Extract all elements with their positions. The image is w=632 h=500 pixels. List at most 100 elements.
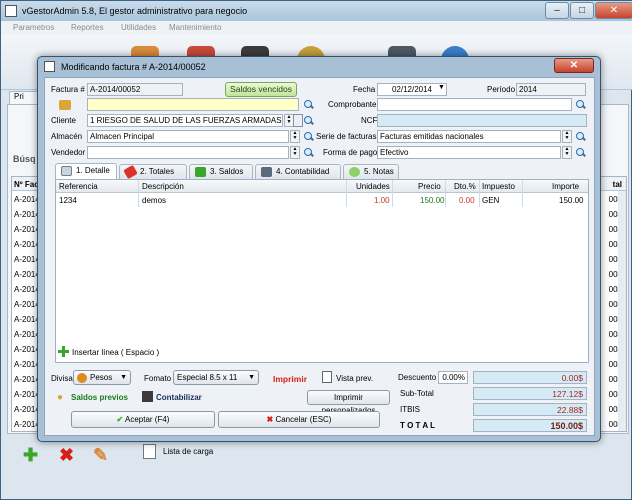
table-row[interactable]: 1234 demos 1.00 150.00 0.00 GEN 150.00: [56, 194, 588, 207]
aceptar-label: Aceptar (F4): [125, 415, 170, 424]
cell-unidades: 1.00: [374, 196, 390, 205]
app-icon: [5, 5, 17, 17]
forma-pago-label: Forma de pago: [323, 148, 378, 157]
search-icon[interactable]: [303, 147, 314, 158]
periodo-label: Período: [487, 85, 516, 94]
dialog-title-bar: Modificando factura # A-2014/00052 ✕: [38, 57, 600, 76]
minimize-button[interactable]: –: [545, 2, 569, 19]
list-document-icon: [143, 444, 156, 459]
almacen-spinner[interactable]: ▲ ▼: [290, 130, 300, 143]
forma-pago-field[interactable]: Efectivo: [377, 146, 561, 159]
vendedor-field[interactable]: [87, 146, 289, 159]
saldos-previos-link[interactable]: Saldos previos: [71, 393, 128, 402]
dialog-close-button[interactable]: ✕: [554, 58, 594, 73]
lista-de-carga[interactable]: Lista de carga: [163, 447, 213, 456]
delete-icon[interactable]: ✖: [59, 445, 74, 466]
cell-referencia: 1234: [59, 196, 77, 205]
add-icon[interactable]: ✚: [23, 445, 38, 466]
col-importe[interactable]: Importe: [552, 182, 579, 191]
forma-pago-spinner[interactable]: ▲ ▼: [562, 146, 572, 159]
insertar-linea-label: Insertar línea ( Espacio ): [72, 348, 160, 357]
close-button[interactable]: ✕: [595, 2, 632, 19]
chevron-down-icon: ▼: [248, 374, 255, 381]
total-value: 150.00$: [473, 419, 587, 432]
preview-icon: [322, 371, 332, 383]
search-icon[interactable]: [575, 99, 586, 110]
almacen-label: Almacén: [51, 132, 83, 141]
tab-contabilidad[interactable]: 4. Contabilidad: [255, 164, 341, 179]
serie-label: Serie de facturas: [316, 132, 377, 141]
divisa-value: Pesos: [90, 373, 113, 382]
coins-icon: [59, 100, 71, 110]
subtotal-value: 127.12$: [473, 387, 587, 400]
vertical-scrollbar[interactable]: [618, 191, 626, 431]
serie-field[interactable]: Facturas emitidas nacionales: [377, 130, 561, 143]
col-descripcion[interactable]: Descripción: [142, 182, 184, 191]
cancelar-button[interactable]: ✖ Cancelar (ESC): [218, 411, 380, 428]
cell-importe: 150.00: [559, 196, 584, 205]
search-icon[interactable]: [303, 99, 314, 110]
contabilizar-link[interactable]: Contabilizar: [156, 393, 202, 402]
saldos-vencidos-button[interactable]: Saldos vencidos: [225, 82, 297, 97]
search-icon[interactable]: [575, 147, 586, 158]
menu-utilidades[interactable]: Utilidades: [121, 23, 156, 32]
itbis-value: 22.88$: [473, 403, 587, 416]
formato-select[interactable]: Especial 8.5 x 11 ▼: [173, 370, 259, 385]
formato-label: Fomato: [144, 374, 172, 383]
imprimir-personalizados-button[interactable]: Imprimir personalizados: [307, 390, 390, 415]
tab-totales[interactable]: 2. Totales: [119, 164, 187, 180]
descuento-pct-field[interactable]: 0.00%: [438, 371, 468, 384]
search-icon[interactable]: [303, 115, 314, 126]
col-impuesto[interactable]: Impuesto: [482, 182, 515, 191]
divisa-label: Divisa: [51, 374, 73, 383]
col-unidades[interactable]: Unidades: [356, 182, 390, 191]
invoice-dialog: Modificando factura # A-2014/00052 ✕ Fac…: [37, 56, 601, 442]
main-window-title: vGestorAdmin 5.8, El gestor administrati…: [22, 6, 248, 16]
close-icon: ✖: [266, 415, 274, 424]
menu-bar: Parametros Reportes Utilidades Mantenimi…: [1, 21, 632, 34]
vendedor-label: Vendedor: [51, 148, 86, 157]
chevron-down-icon: ▼: [120, 374, 127, 381]
search-icon[interactable]: [303, 131, 314, 142]
comprobante-field[interactable]: [377, 98, 572, 111]
detail-grid-header: Referencia Descripción Unidades Precio D…: [56, 180, 588, 193]
ncf-label: NCF: [361, 116, 378, 125]
search-client-input[interactable]: [87, 98, 299, 111]
tab-notas[interactable]: 5. Notas: [343, 164, 399, 179]
serie-spinner[interactable]: ▲ ▼: [562, 130, 572, 143]
almacen-field[interactable]: Almacen Principal: [87, 130, 289, 143]
vendedor-spinner[interactable]: ▲ ▼: [290, 146, 300, 159]
menu-mantenimiento[interactable]: Mantenimiento: [169, 23, 221, 32]
tab-saldos[interactable]: 3. Saldos: [189, 164, 253, 179]
col-referencia[interactable]: Referencia: [59, 182, 98, 191]
menu-parametros[interactable]: Parametros: [13, 23, 54, 32]
divisa-select[interactable]: Pesos ▼: [73, 370, 131, 385]
search-icon[interactable]: [575, 131, 586, 142]
add-line-icon: [58, 346, 69, 357]
tab-totales-label: 2. Totales: [140, 167, 175, 176]
itbis-label: ITBIS: [400, 405, 421, 414]
dialog-title: Modificando factura # A-2014/00052: [61, 62, 206, 72]
chevron-down-icon[interactable]: ▼: [438, 84, 445, 91]
imprimir-link[interactable]: Imprimir: [273, 374, 307, 384]
edit-icon[interactable]: ✎: [93, 445, 108, 466]
formato-value: Especial 8.5 x 11: [177, 373, 238, 382]
tab-saldos-label: 3. Saldos: [210, 167, 244, 176]
aceptar-button[interactable]: ✔ Aceptar (F4): [71, 411, 215, 428]
col-precio[interactable]: Precio: [418, 182, 441, 191]
descuento-value: 0.00$: [473, 371, 587, 384]
maximize-button[interactable]: □: [570, 2, 594, 19]
factura-field: A-2014/00052: [87, 83, 183, 96]
dialog-body: Factura # A-2014/00052 Saldos vencidos F…: [44, 77, 595, 436]
tab-detalle[interactable]: 1. Detalle: [55, 163, 117, 180]
vista-prev-link[interactable]: Vista prev.: [336, 374, 373, 383]
document-icon: [61, 166, 72, 176]
calculator-icon: [261, 167, 272, 177]
menu-reportes[interactable]: Reportes: [71, 23, 103, 32]
fecha-field[interactable]: 02/12/2014: [377, 83, 447, 96]
client-card-icon[interactable]: [293, 114, 303, 127]
header-nfactura: Nº Fac: [14, 180, 39, 189]
cliente-field[interactable]: 1 RIESGO DE SALUD DE LAS FUERZAS ARMADAS…: [87, 114, 283, 127]
col-dto[interactable]: Dto.%: [454, 182, 476, 191]
ncf-field: [377, 114, 587, 127]
